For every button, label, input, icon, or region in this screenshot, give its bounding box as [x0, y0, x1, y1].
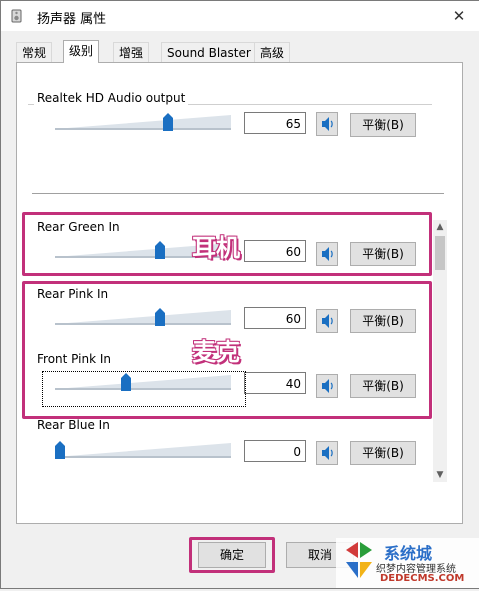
tab-advanced[interactable]: 高级 [254, 42, 291, 63]
headphones-annotation: 耳机 [192, 234, 240, 262]
slider-track [55, 443, 231, 458]
main-output-slider[interactable] [53, 112, 233, 134]
main-output-mute-button[interactable] [316, 112, 338, 136]
tab-enhancements[interactable]: 增强 [113, 42, 150, 63]
rear-blue-in-balance-button[interactable]: 平衡(B) [350, 441, 416, 465]
main-output-value[interactable]: 65 [244, 112, 306, 134]
slider-track [55, 115, 231, 130]
rear-blue-in-mute-button[interactable] [316, 441, 338, 465]
slider-thumb[interactable] [55, 441, 65, 459]
watermark-domain: DEDECMS.COM [380, 573, 465, 584]
speaker-icon [317, 117, 337, 138]
section-separator [32, 193, 444, 194]
speaker-window-icon [11, 9, 25, 23]
close-icon[interactable]: ✕ [449, 6, 469, 26]
tab-levels[interactable]: 级别 [63, 40, 100, 63]
title-bar: 扬声器 属性 ✕ [1, 1, 479, 31]
rear-blue-in-slider[interactable] [53, 440, 233, 462]
ok-button-highlight-box [189, 537, 275, 573]
tab-sound-blaster[interactable]: Sound Blaster [161, 42, 257, 63]
scroll-down-icon[interactable]: ▼ [433, 468, 447, 482]
main-output-label: Realtek HD Audio output [34, 91, 189, 105]
speaker-icon [317, 446, 337, 467]
rear-blue-in-value[interactable]: 0 [244, 440, 306, 462]
window-title: 扬声器 属性 [37, 12, 107, 27]
slider-wedge [55, 115, 231, 129]
scrollbar-thumb[interactable] [435, 236, 445, 270]
main-output-balance-button[interactable]: 平衡(B) [350, 113, 416, 137]
scroll-up-icon[interactable]: ▲ [433, 220, 447, 234]
slider-thumb[interactable] [162, 113, 173, 131]
microphone-annotation: 麦克 [192, 338, 240, 366]
tab-general[interactable]: 常规 [16, 42, 53, 63]
slider-wedge [55, 443, 231, 457]
levels-scrollbar[interactable]: ▲ ▼ [433, 220, 447, 482]
watermark-logo: 系统城 织梦内容管理系统 DEDECMS.COM [336, 538, 479, 588]
rear-blue-in-label: Rear Blue In [37, 418, 110, 432]
